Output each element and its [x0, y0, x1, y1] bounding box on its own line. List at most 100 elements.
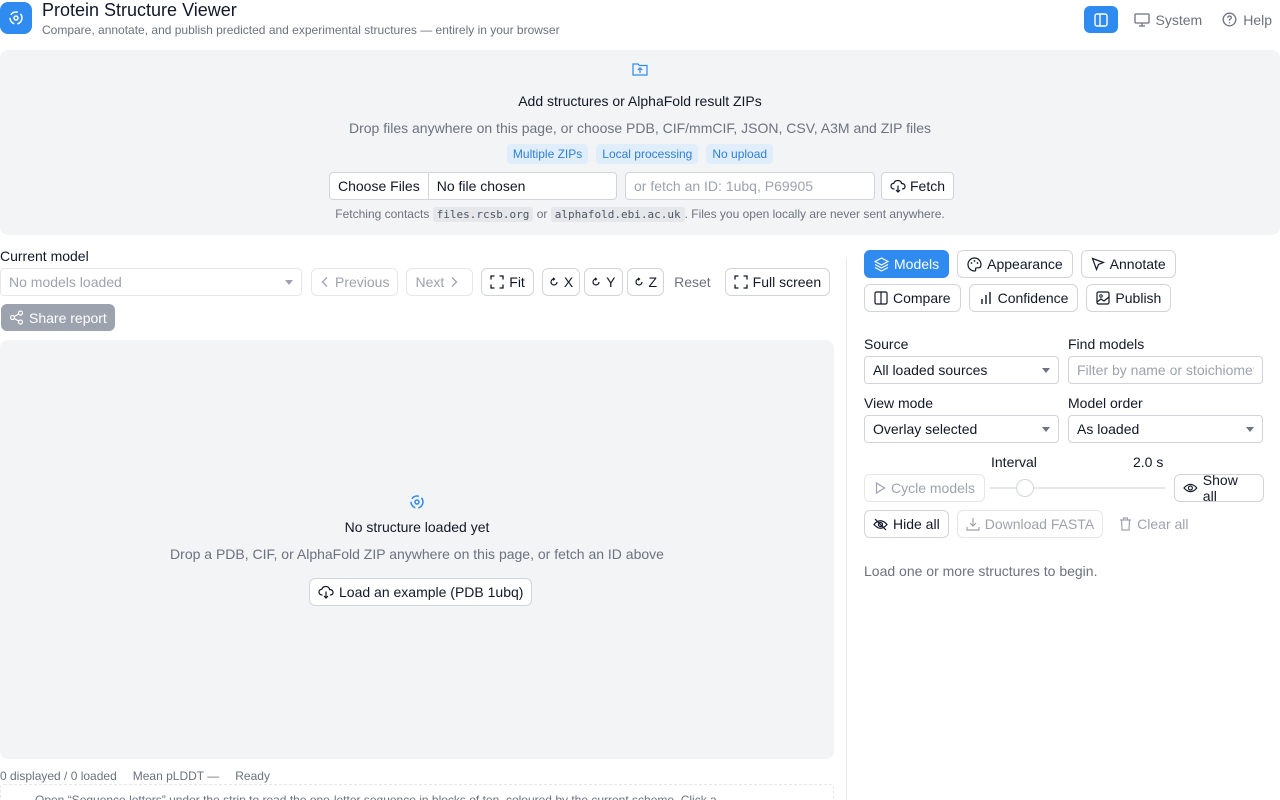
layers-icon — [874, 256, 889, 272]
fetch-id-input[interactable] — [625, 172, 875, 200]
panel-divider[interactable] — [846, 258, 847, 800]
app-logo-icon — [408, 493, 426, 516]
tag-local-processing: Local processing — [596, 144, 699, 164]
eye-off-icon — [873, 518, 888, 530]
show-all-button[interactable]: Show all — [1174, 472, 1264, 504]
tab-publish[interactable]: Publish — [1086, 284, 1172, 312]
viewer-toolbar: No models loaded Previous Next Fit X Y Z… — [0, 268, 838, 296]
chevron-left-icon — [321, 277, 328, 287]
models-empty-message: Load one or more structures to begin. — [864, 563, 1098, 579]
sequence-hint: Open “Sequence letters” under the strip … — [0, 784, 834, 800]
model-select[interactable]: No models loaded — [0, 268, 302, 296]
cloud-download-icon — [890, 179, 906, 193]
model-order-select[interactable]: As loaded — [1068, 415, 1263, 443]
side-panel-tabs: Models Appearance Annotate Compare Confi… — [864, 250, 1264, 318]
viewer-empty-title: No structure loaded yet — [344, 519, 490, 535]
download-fasta-button[interactable]: Download FASTA — [956, 510, 1104, 538]
app-subtitle: Compare, annotate, and publish predicted… — [42, 23, 560, 37]
current-model-label: Current model — [0, 248, 89, 264]
trash-icon — [1120, 517, 1132, 531]
load-example-button[interactable]: Load an example (PDB 1ubq) — [309, 578, 533, 606]
interval-value: 2.0 s — [1133, 454, 1164, 470]
privacy-note: Fetching contacts files.rcsb.org or alph… — [335, 207, 945, 222]
alphafold-host: alphafold.ebi.ac.uk — [550, 207, 685, 222]
find-models-input[interactable] — [1068, 356, 1263, 384]
mean-plddt: Mean pLDDT — — [132, 769, 220, 783]
rotate-z-button[interactable]: Z — [626, 268, 665, 296]
chevron-right-icon — [451, 277, 458, 287]
system-theme-button[interactable]: System — [1133, 11, 1203, 28]
previous-button[interactable]: Previous — [311, 268, 399, 296]
system-label: System — [1155, 11, 1203, 28]
sidebar-toggle-button[interactable] — [1083, 6, 1118, 33]
status-state: Ready — [235, 769, 270, 783]
help-button[interactable]: Help — [1222, 12, 1272, 28]
view-mode-label: View mode — [864, 395, 934, 411]
folder-upload-icon — [632, 62, 648, 81]
file-picker[interactable]: Choose Files No file chosen — [329, 172, 617, 200]
dropzone-description: Drop files anywhere on this page, or cho… — [348, 120, 932, 136]
interval-label: Interval — [991, 454, 1037, 470]
app-header: Protein Structure Viewer Compare, annota… — [0, 0, 1280, 44]
fetch-button[interactable]: Fetch — [881, 172, 955, 200]
bar-chart-icon — [980, 292, 991, 304]
chevron-down-icon — [1042, 367, 1050, 373]
clear-all-button[interactable]: Clear all — [1111, 510, 1197, 538]
source-select[interactable]: All loaded sources — [864, 356, 1059, 384]
columns-icon — [874, 291, 888, 305]
view-mode-select[interactable]: Overlay selected — [864, 415, 1059, 443]
structure-viewer[interactable]: No structure loaded yet Drop a PDB, CIF,… — [0, 340, 834, 759]
find-models-label: Find models — [1068, 336, 1145, 352]
interval-slider[interactable] — [990, 479, 1165, 497]
cursor-icon — [1091, 257, 1105, 271]
dropzone-title: Add structures or AlphaFold result ZIPs — [518, 93, 762, 109]
help-circle-icon — [1222, 12, 1237, 27]
tab-models[interactable]: Models — [864, 250, 950, 278]
eye-icon — [1183, 483, 1198, 493]
status-bar: 0 displayed / 0 loaded Mean pLDDT — Read… — [0, 769, 286, 783]
cycle-models-button[interactable]: Cycle models — [864, 474, 986, 502]
hide-all-button[interactable]: Hide all — [864, 510, 949, 538]
file-dropzone[interactable]: Add structures or AlphaFold result ZIPs … — [0, 50, 1280, 235]
chevron-down-icon — [1246, 426, 1254, 432]
cloud-download-icon — [318, 585, 334, 599]
share-icon — [9, 310, 24, 325]
file-status: No file chosen — [436, 178, 526, 194]
download-icon — [966, 518, 980, 531]
model-counts: 0 displayed / 0 loaded — [0, 769, 117, 783]
viewer-empty-description: Drop a PDB, CIF, or AlphaFold ZIP anywhe… — [170, 546, 664, 562]
tag-multiple-zips: Multiple ZIPs — [506, 144, 589, 164]
rotate-x-button[interactable]: X — [541, 268, 581, 296]
monitor-icon — [1133, 12, 1150, 27]
image-icon — [1096, 291, 1111, 305]
fetch-label: Fetch — [910, 178, 946, 194]
chevron-down-icon — [1042, 426, 1050, 432]
rotate-icon — [634, 277, 643, 286]
app-logo-icon — [0, 2, 32, 34]
fullscreen-button[interactable]: Full screen — [724, 268, 831, 296]
rotate-icon — [592, 277, 600, 286]
play-icon — [875, 482, 886, 494]
tag-no-upload: No upload — [706, 144, 774, 164]
fullscreen-icon — [734, 275, 748, 289]
next-button[interactable]: Next — [406, 268, 474, 296]
rotate-icon — [550, 277, 558, 286]
reset-button[interactable]: Reset — [668, 268, 717, 296]
sidebar-panel-icon — [1093, 12, 1108, 27]
chevron-down-icon — [285, 279, 293, 285]
palette-icon — [967, 256, 982, 272]
app-title: Protein Structure Viewer — [42, 0, 237, 20]
tab-annotate[interactable]: Annotate — [1080, 250, 1176, 278]
slider-thumb[interactable] — [1016, 479, 1034, 497]
model-order-label: Model order — [1068, 395, 1143, 411]
share-report-button[interactable]: Share report — [1, 304, 115, 331]
rcsb-host: files.rcsb.org — [432, 207, 534, 222]
tab-appearance[interactable]: Appearance — [957, 250, 1073, 278]
source-label: Source — [864, 336, 909, 352]
rotate-y-button[interactable]: Y — [584, 268, 623, 296]
tab-confidence[interactable]: Confidence — [968, 284, 1079, 312]
choose-files-button[interactable]: Choose Files — [330, 173, 429, 199]
tab-compare[interactable]: Compare — [864, 284, 961, 312]
fit-button[interactable]: Fit — [481, 268, 534, 296]
fit-icon — [490, 275, 504, 289]
